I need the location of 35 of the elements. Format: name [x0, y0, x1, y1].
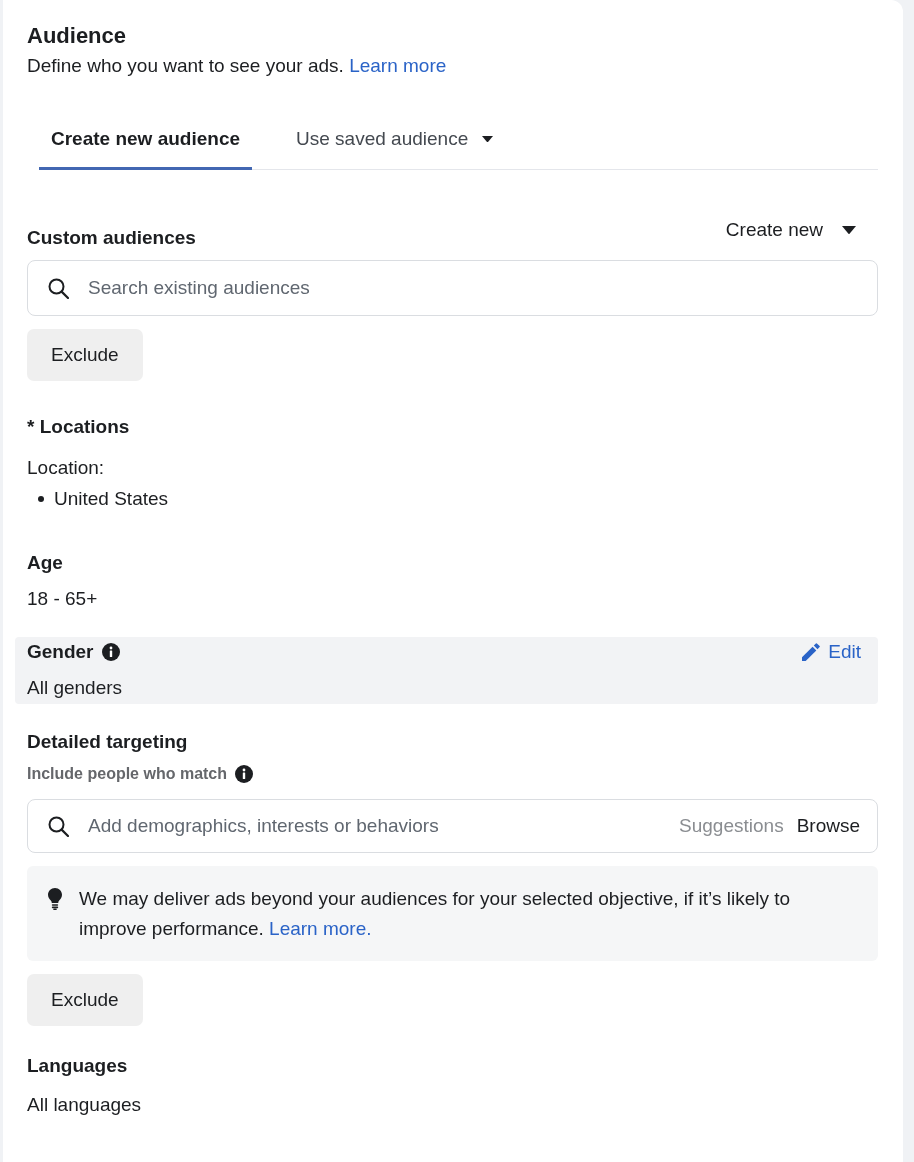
notice-text: We may deliver ads beyond your audiences for your selected objective, if it’s likely to improve performance. Learn more.	[79, 887, 792, 941]
bullet-icon	[38, 496, 44, 502]
field-label: Custom audiences	[27, 226, 196, 250]
section-description: Define who you want to see your ads. Learn more	[27, 54, 447, 78]
caret-down-icon	[842, 225, 856, 235]
field-value: All languages	[27, 1093, 142, 1117]
exclude-button[interactable]: Exclude	[27, 974, 143, 1026]
field-label: Languages	[27, 1054, 128, 1078]
lightbulb-icon	[48, 888, 62, 910]
field-label: Gender	[27, 640, 94, 664]
audience-tab[interactable]: Use saved audience	[284, 111, 506, 170]
audience-tab[interactable]: Create new audience	[39, 111, 253, 170]
field-value: Location:	[27, 456, 105, 480]
search-icon	[48, 815, 69, 837]
create-new-button[interactable]: Create new	[713, 212, 868, 248]
pencil-icon	[802, 643, 821, 661]
exclude-button[interactable]: Exclude	[27, 329, 143, 381]
learn-more-link[interactable]: Learn more.	[269, 918, 372, 939]
field-sublabel: Include people who match	[27, 764, 228, 784]
search-input[interactable]: Search existing audiences	[88, 273, 860, 303]
search-field[interactable]: Search existing audiences	[27, 260, 878, 316]
field-label: * Locations	[27, 415, 130, 439]
search-icon	[48, 277, 69, 299]
field-label: Age	[27, 551, 63, 575]
field-label: Detailed targeting	[27, 730, 188, 754]
field-action-button[interactable]: Browse	[796, 815, 860, 837]
field-value: 18 - 65+	[27, 587, 98, 611]
section-title: Audience	[27, 22, 127, 50]
location-item: United States	[54, 487, 169, 511]
info-icon	[235, 765, 254, 783]
edit-link[interactable]: Edit	[802, 638, 861, 666]
info-icon	[101, 643, 120, 661]
search-input[interactable]: Add demographics, interests or behaviors	[88, 811, 648, 841]
field-value: All genders	[27, 676, 123, 700]
learn-more-link[interactable]: Learn more	[349, 55, 447, 76]
